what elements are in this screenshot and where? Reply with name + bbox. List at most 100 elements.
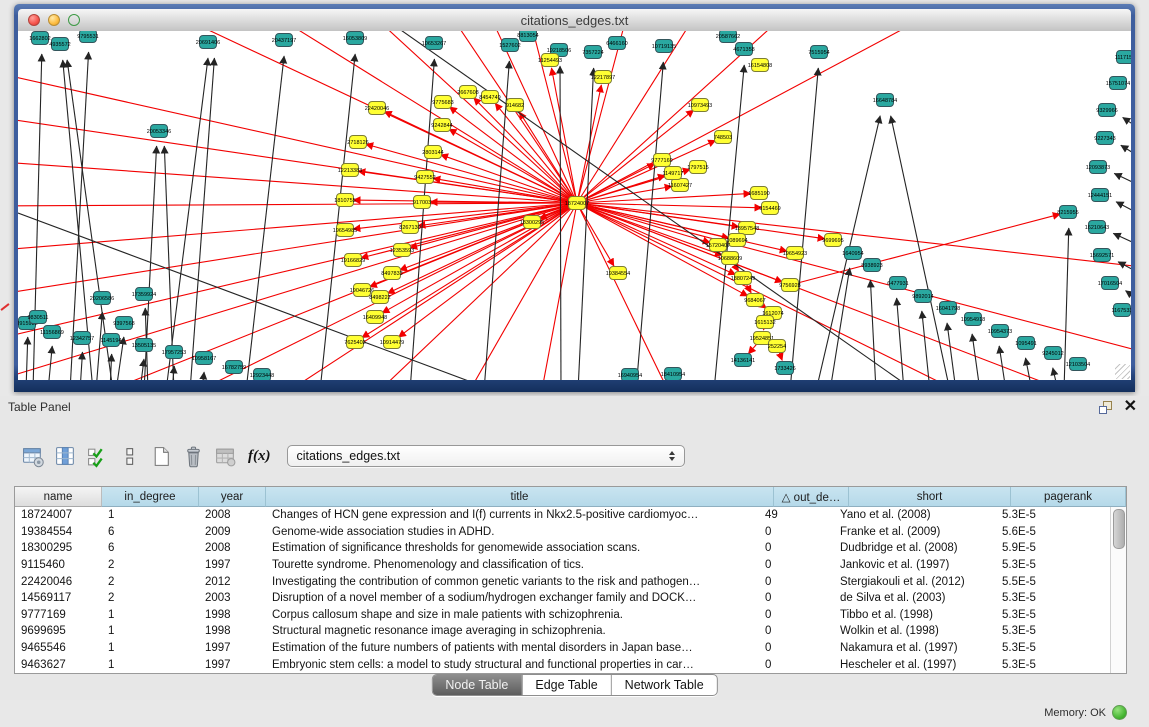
graph-node[interactable]: 8267130 (399, 221, 420, 234)
graph-node[interactable]: 15692571 (1090, 249, 1114, 262)
graph-node[interactable]: 22420046 (365, 102, 389, 115)
graph-node[interactable]: 9227343 (1094, 132, 1115, 145)
graph-node[interactable]: 19384554 (606, 267, 630, 280)
graph-node[interactable]: 9795531 (77, 31, 98, 43)
show-columns-icon[interactable] (54, 445, 77, 468)
graph-node[interactable]: 8215955 (1057, 206, 1078, 219)
close-panel-icon[interactable]: ✕ (1124, 399, 1137, 415)
graph-node[interactable]: 11156869 (40, 326, 64, 339)
zoom-window-button[interactable] (68, 14, 80, 26)
graph-node[interactable]: 10914479 (380, 336, 404, 349)
table-row[interactable]: 977716911998Corpus callosum shape and si… (15, 607, 1111, 624)
graph-node[interactable]: 9427552 (414, 171, 435, 184)
network-canvas[interactable]: 1662802493557297955312069140620437197160… (18, 31, 1131, 380)
table-row[interactable]: 2242004622012Investigating the contribut… (15, 573, 1111, 590)
graph-node[interactable]: 8454749 (479, 91, 500, 104)
column-header-in_degree[interactable]: in_degree (102, 487, 199, 507)
graph-node[interactable]: 2803144 (422, 146, 443, 159)
graph-node[interactable]: 1797515 (687, 161, 708, 174)
graph-node[interactable]: 8938923 (861, 259, 882, 272)
tab-node-table[interactable]: Node Table (432, 675, 522, 695)
graph-node[interactable]: 12444151 (1088, 189, 1112, 202)
graph-node[interactable]: 20587662 (716, 31, 740, 43)
minimize-window-button[interactable] (48, 14, 60, 26)
graph-node[interactable]: 16154808 (748, 59, 772, 72)
graph-node[interactable]: 16041798 (936, 302, 960, 315)
column-header-out_de[interactable]: △ out_de… (774, 487, 849, 507)
window-titlebar[interactable]: citations_edges.txt (18, 9, 1131, 32)
tab-network-table[interactable]: Network Table (612, 675, 717, 695)
graph-node[interactable]: 1149717 (662, 167, 683, 180)
graph-node[interactable]: 252254 (768, 340, 786, 353)
graph-node[interactable]: 1615132 (754, 316, 775, 329)
graph-node[interactable]: 9154469 (759, 202, 780, 215)
graph-node[interactable]: 10958167 (192, 352, 216, 365)
function-builder-icon[interactable]: f(x) (248, 448, 271, 465)
vertical-scrollbar[interactable] (1110, 507, 1126, 673)
graph-node[interactable]: 1733426 (774, 362, 795, 375)
graph-node[interactable]: 20437197 (272, 34, 296, 47)
graph-node[interactable]: 16210643 (1085, 221, 1109, 234)
graph-node[interactable]: 18724007 (565, 197, 589, 210)
import-table-icon[interactable] (214, 445, 237, 468)
column-header-title[interactable]: title (266, 487, 774, 507)
graph-node[interactable]: 12342757 (70, 332, 94, 345)
new-table-icon[interactable] (150, 445, 173, 468)
graph-node[interactable]: 10973493 (688, 99, 712, 112)
graph-node[interactable]: 6466160 (606, 37, 627, 50)
select-all-icon[interactable] (86, 445, 109, 468)
table-row[interactable]: 1938455462009Genome-wide association stu… (15, 524, 1111, 541)
graph-node[interactable]: 17016504 (1098, 277, 1122, 290)
graph-node[interactable]: 2667608 (457, 86, 478, 99)
graph-node[interactable]: 1640954 (842, 247, 863, 260)
graph-node[interactable]: 15720407 (706, 239, 730, 252)
resize-grip-icon[interactable] (1115, 364, 1130, 379)
graph-node[interactable]: 11254493 (538, 54, 562, 67)
graph-node[interactable]: 10719135 (652, 40, 676, 53)
graph-node[interactable]: 17359924 (132, 288, 156, 301)
table-options-icon[interactable] (22, 445, 45, 468)
delete-table-icon[interactable] (182, 445, 205, 468)
graph-node[interactable]: 20691406 (196, 36, 220, 49)
graph-node[interactable]: 917003 (413, 196, 431, 209)
graph-node[interactable]: 14136141 (731, 354, 755, 367)
graph-node[interactable]: 4671358 (733, 43, 754, 56)
graph-node[interactable]: 1145194 (100, 334, 121, 347)
graph-node[interactable]: 9892014 (912, 290, 933, 303)
graph-node[interactable]: 17957253 (162, 346, 186, 359)
table-row[interactable]: 1456911722003Disruption of a novel membe… (15, 590, 1111, 607)
table-row[interactable]: 1830029562008Estimation of significance … (15, 540, 1111, 557)
column-header-pagerank[interactable]: pagerank (1011, 487, 1126, 507)
graph-node[interactable]: 9329966 (1096, 104, 1117, 117)
graph-node[interactable]: 1117153 (1115, 51, 1131, 64)
float-panel-icon[interactable] (1099, 401, 1112, 414)
graph-node[interactable]: 12923448 (250, 369, 274, 381)
graph-node[interactable]: 9397568 (113, 317, 134, 330)
graph-node[interactable]: 9756928 (779, 279, 800, 292)
graph-node[interactable]: 10954373 (988, 325, 1012, 338)
graph-node[interactable]: 7625402 (344, 336, 365, 349)
column-header-short[interactable]: short (849, 487, 1011, 507)
graph-node[interactable]: 16053809 (343, 32, 367, 45)
graph-node[interactable]: 2718126 (347, 136, 368, 149)
graph-node[interactable]: 8813054 (517, 31, 538, 42)
graph-node[interactable]: 19654923 (783, 247, 807, 260)
graph-node[interactable]: 18957548 (735, 222, 759, 235)
graph-node[interactable]: 9699695 (822, 234, 843, 247)
table-row[interactable]: 946554611997Estimation of the future num… (15, 640, 1111, 657)
graph-node[interactable]: 10653267 (422, 37, 446, 50)
scrollbar-thumb[interactable] (1113, 509, 1125, 549)
column-header-name[interactable]: name (15, 487, 102, 507)
graph-node[interactable]: 18807249 (731, 272, 755, 285)
graph-node[interactable]: 12213383 (338, 164, 362, 177)
table-select[interactable]: citations_edges.txt (287, 445, 685, 467)
close-window-button[interactable] (28, 14, 40, 26)
graph-node[interactable]: 9777169 (651, 154, 672, 167)
graph-node[interactable]: 10954918 (961, 313, 985, 326)
graph-node[interactable]: 1810755 (334, 194, 355, 207)
graph-node[interactable]: 16782759 (222, 361, 246, 374)
graph-node[interactable]: 7357224 (582, 46, 603, 59)
graph-node[interactable]: 16409948 (363, 311, 387, 324)
graph-node[interactable]: 12093873 (1086, 161, 1110, 174)
graph-node[interactable]: 1685190 (748, 187, 769, 200)
